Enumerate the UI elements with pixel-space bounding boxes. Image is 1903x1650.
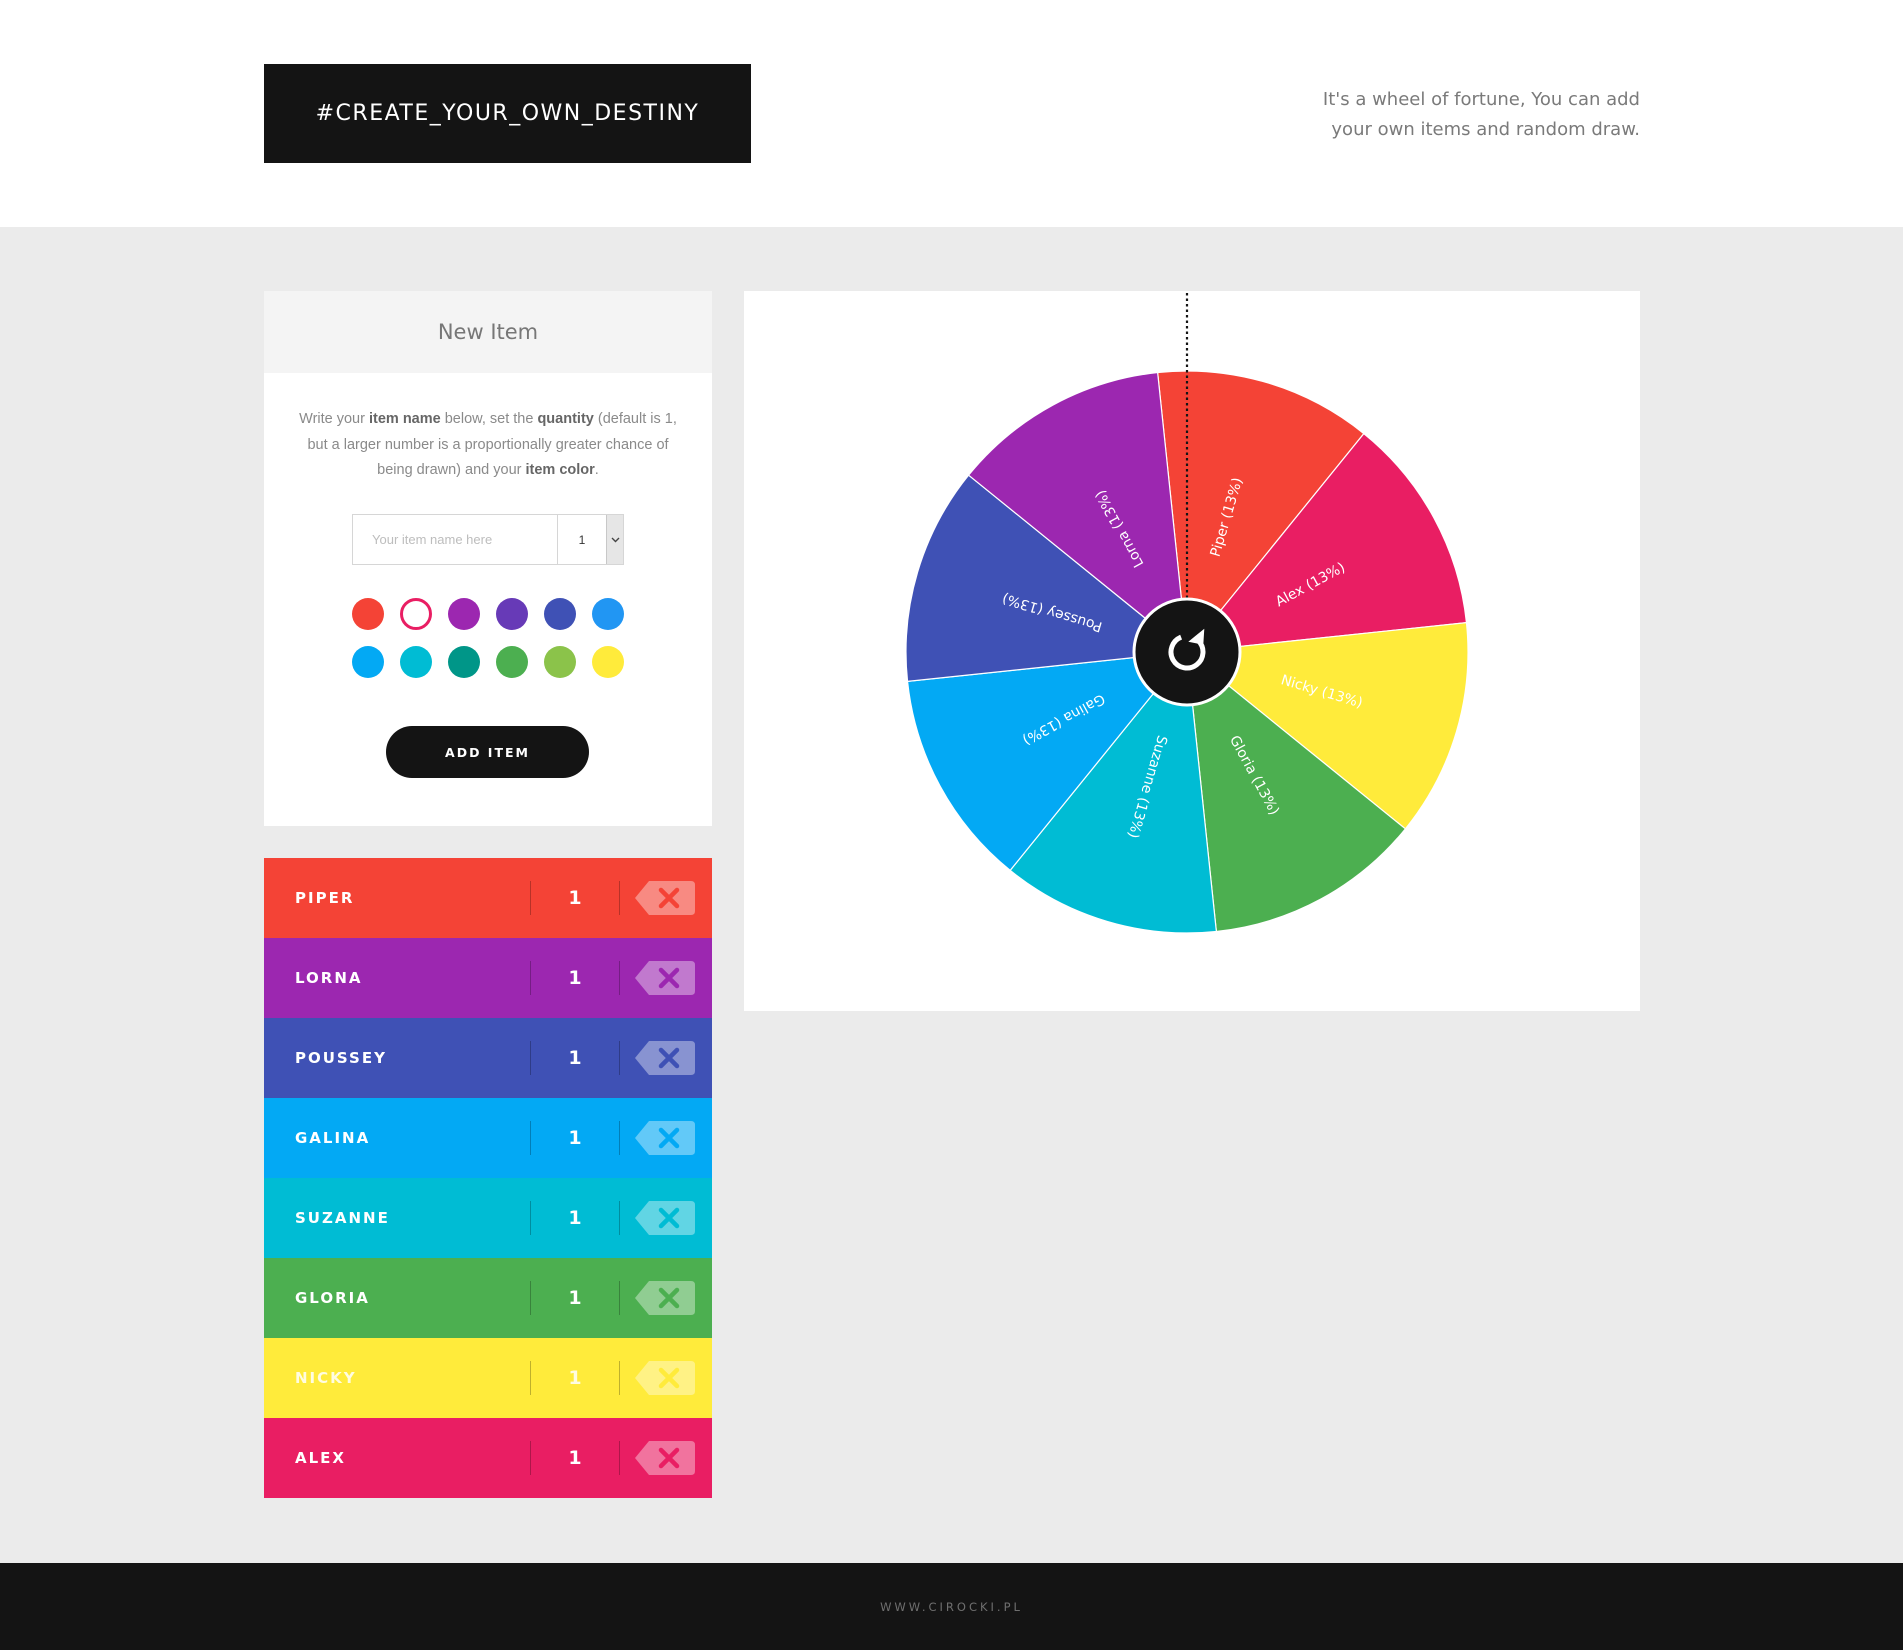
new-item-description: Write your item name below, set the quan… [299, 411, 677, 478]
divider [619, 881, 620, 915]
color-swatches [352, 598, 632, 678]
delete-item-button[interactable] [635, 1201, 695, 1235]
color-swatch[interactable] [592, 646, 624, 678]
delete-item-button[interactable] [635, 881, 695, 915]
tagline-line: It's a wheel of fortune, You can add [1322, 89, 1640, 110]
delete-item-button[interactable] [635, 1041, 695, 1075]
item-quantity[interactable]: 1 [531, 1127, 619, 1149]
item-quantity[interactable]: 1 [531, 887, 619, 909]
divider [619, 961, 620, 995]
site-title[interactable]: #CREATE_YOUR_OWN_DESTINY [264, 64, 751, 163]
list-item: NICKY 1 [264, 1338, 712, 1418]
divider [619, 1441, 620, 1475]
item-name: PIPER [295, 889, 355, 907]
new-item-panel: New Item Write your item name below, set… [264, 291, 712, 826]
backspace-x-icon [635, 961, 695, 995]
backspace-x-icon [635, 1041, 695, 1075]
divider [619, 1201, 620, 1235]
item-name: GALINA [295, 1129, 371, 1147]
color-swatch[interactable] [448, 598, 480, 630]
item-name: NICKY [295, 1369, 357, 1387]
divider [619, 1041, 620, 1075]
item-name: GLORIA [295, 1289, 370, 1307]
new-item-heading: New Item [264, 291, 712, 373]
item-quantity[interactable]: 1 [531, 1447, 619, 1469]
new-item-input-row: 1 [352, 514, 624, 565]
list-item: GLORIA 1 [264, 1258, 712, 1338]
backspace-x-icon [635, 1361, 695, 1395]
chevron-down-icon[interactable] [606, 515, 623, 564]
item-list: PIPER 1 LORNA 1 POUSSEY 1 GALINA 1 SUZANNE 1 GLORI… [264, 858, 712, 1498]
item-quantity[interactable]: 1 [531, 1047, 619, 1069]
color-swatch[interactable] [352, 646, 384, 678]
color-swatch[interactable] [400, 598, 432, 630]
item-name: SUZANNE [295, 1209, 390, 1227]
item-quantity[interactable]: 1 [531, 1207, 619, 1229]
backspace-x-icon [635, 881, 695, 915]
item-quantity[interactable]: 1 [531, 1287, 619, 1309]
footer: WWW.CIROCKI.PL [0, 1563, 1903, 1650]
delete-item-button[interactable] [635, 961, 695, 995]
color-swatch[interactable] [544, 598, 576, 630]
list-item: POUSSEY 1 [264, 1018, 712, 1098]
tagline-line: your own items and random draw. [1331, 119, 1640, 140]
backspace-x-icon [635, 1201, 695, 1235]
list-item: SUZANNE 1 [264, 1178, 712, 1258]
divider [619, 1281, 620, 1315]
color-swatch[interactable] [496, 598, 528, 630]
wheel-panel: Piper (13%) Alex (13%) Nicky (13%) Gloria (… [744, 291, 1640, 1011]
item-name: POUSSEY [295, 1049, 387, 1067]
header: #CREATE_YOUR_OWN_DESTINY It's a wheel of… [0, 0, 1903, 227]
delete-item-button[interactable] [635, 1281, 695, 1315]
color-swatch[interactable] [448, 646, 480, 678]
backspace-x-icon [635, 1121, 695, 1155]
wheel-of-fortune[interactable]: Piper (13%)Alex (13%)Nicky (13%)Gloria (… [744, 291, 1640, 1011]
color-swatch[interactable] [496, 646, 528, 678]
list-item: LORNA 1 [264, 938, 712, 1018]
color-swatch[interactable] [544, 646, 576, 678]
spin-button[interactable] [1132, 597, 1242, 707]
backspace-x-icon [635, 1281, 695, 1315]
list-item: ALEX 1 [264, 1418, 712, 1498]
delete-item-button[interactable] [635, 1441, 695, 1475]
divider [619, 1361, 620, 1395]
add-item-button[interactable]: ADD ITEM [386, 726, 589, 778]
color-swatch[interactable] [400, 646, 432, 678]
item-name: ALEX [295, 1449, 346, 1467]
delete-item-button[interactable] [635, 1121, 695, 1155]
list-item: PIPER 1 [264, 858, 712, 938]
item-name: LORNA [295, 969, 363, 987]
backspace-x-icon [635, 1441, 695, 1475]
list-item: GALINA 1 [264, 1098, 712, 1178]
color-swatch[interactable] [352, 598, 384, 630]
delete-item-button[interactable] [635, 1361, 695, 1395]
tagline: It's a wheel of fortune, You can add you… [1220, 85, 1640, 145]
item-quantity[interactable]: 1 [531, 967, 619, 989]
quantity-input[interactable]: 1 [558, 515, 606, 564]
item-name-input[interactable] [353, 515, 558, 564]
color-swatch[interactable] [592, 598, 624, 630]
item-quantity[interactable]: 1 [531, 1367, 619, 1389]
divider [619, 1121, 620, 1155]
